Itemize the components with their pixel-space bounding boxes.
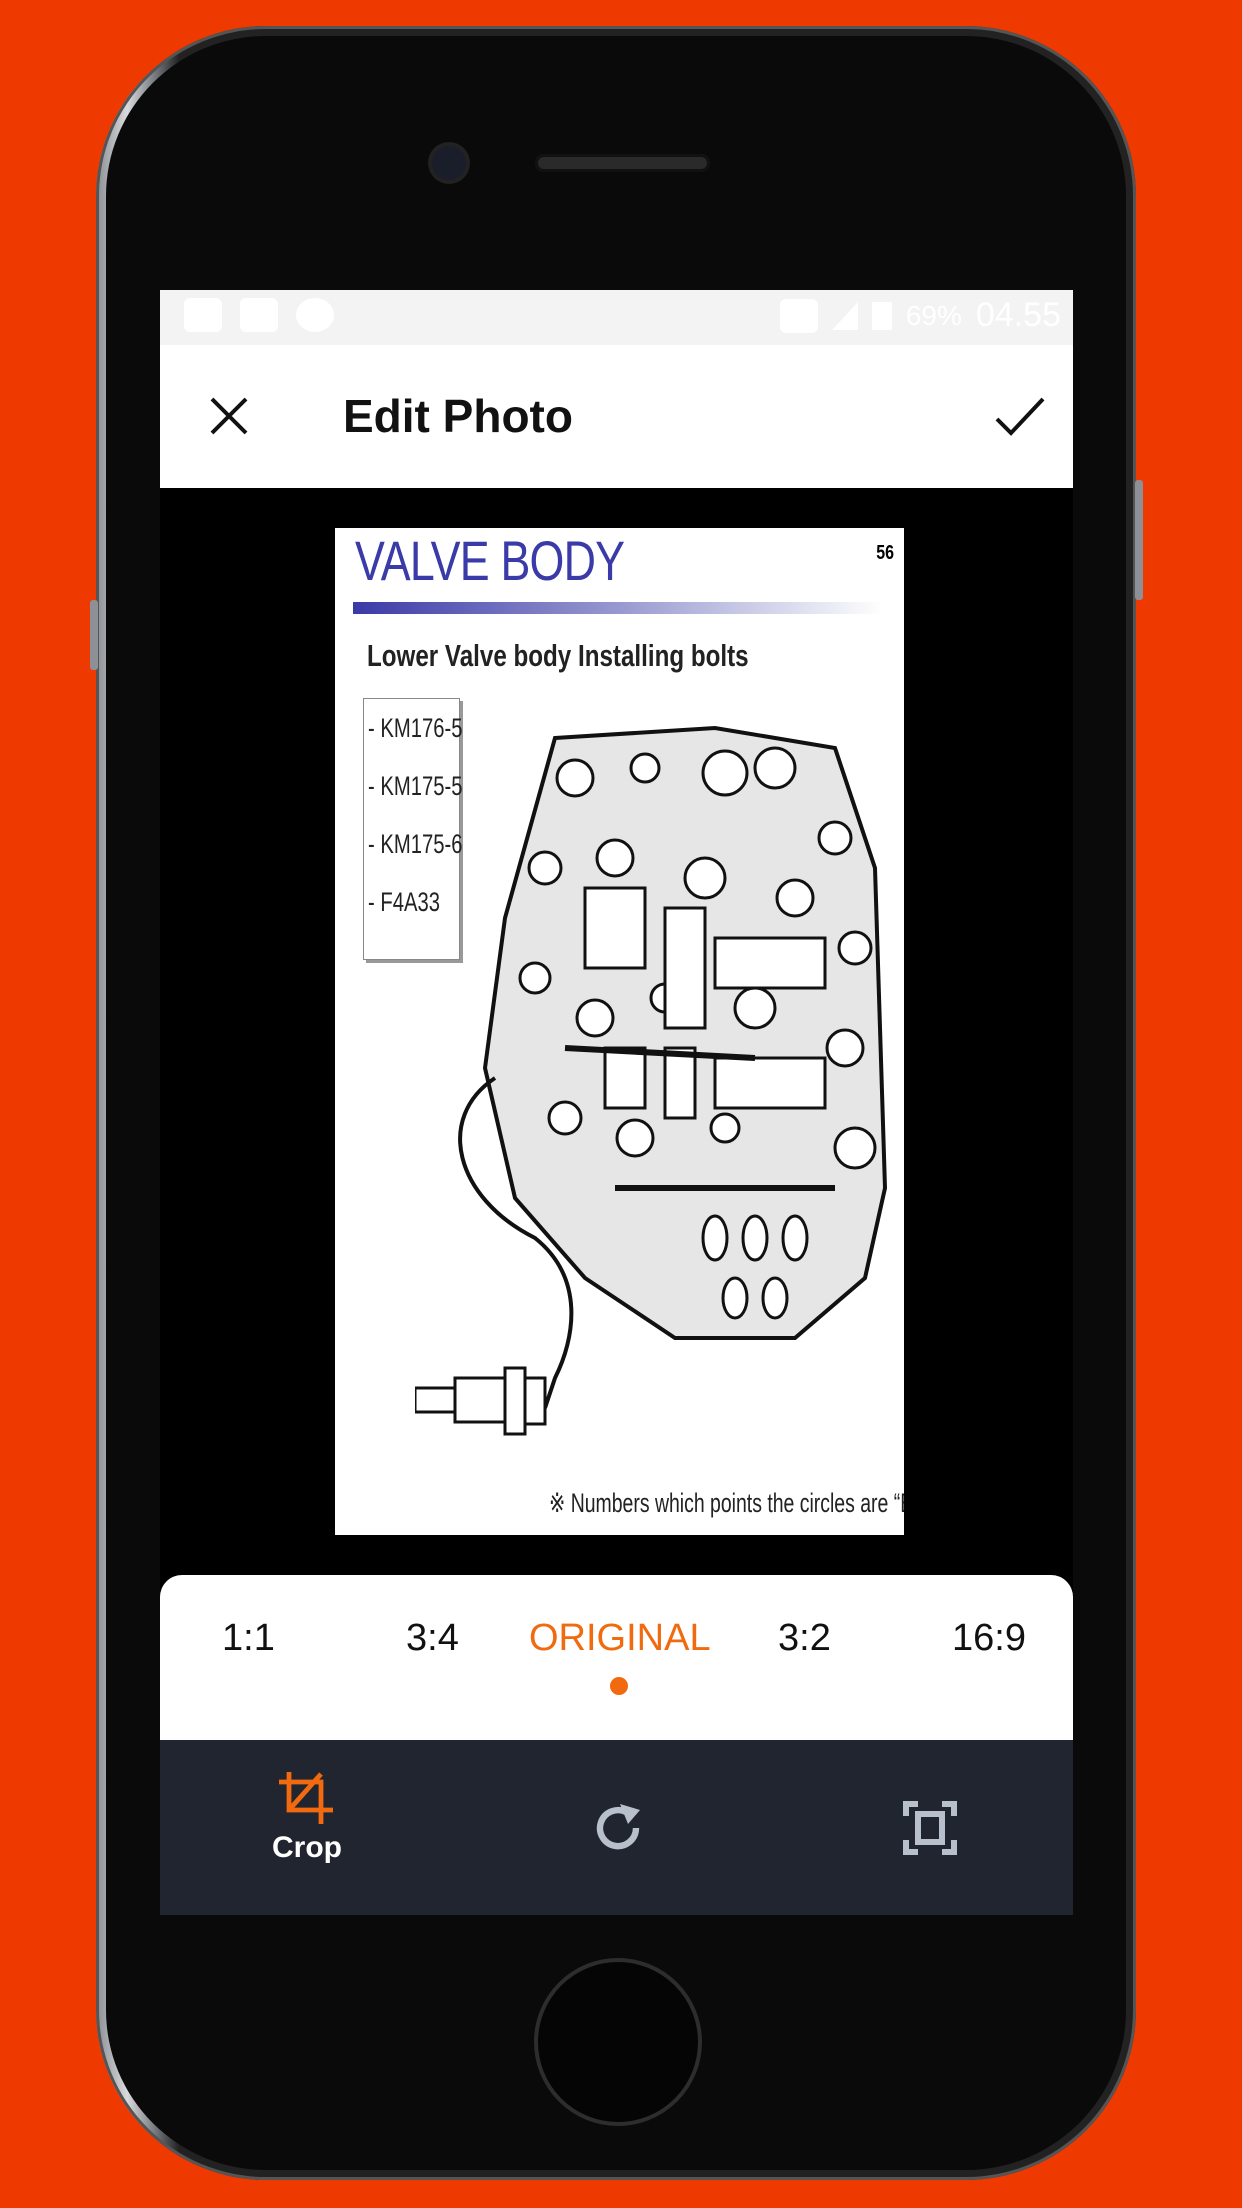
edit-toolbar: Crop bbox=[160, 1740, 1073, 1915]
shutter-icon bbox=[296, 298, 334, 332]
signal-icon bbox=[831, 301, 858, 330]
message-icon bbox=[184, 298, 222, 332]
front-camera bbox=[432, 146, 466, 180]
close-icon[interactable] bbox=[204, 391, 254, 441]
youtube-icon bbox=[240, 298, 278, 332]
side-button bbox=[90, 600, 98, 670]
status-bar: 69% 04.55 bbox=[160, 290, 1073, 345]
ratio-original[interactable]: ORIGINAL bbox=[529, 1617, 711, 1660]
volume-button bbox=[1135, 480, 1143, 600]
rotate-icon[interactable] bbox=[590, 1800, 646, 1856]
crop-button[interactable]: Crop bbox=[272, 1770, 342, 1865]
ratio-3-2[interactable]: 3:2 bbox=[778, 1617, 831, 1660]
app-header: Edit Photo bbox=[160, 345, 1073, 488]
check-icon[interactable] bbox=[993, 391, 1047, 441]
selected-indicator bbox=[610, 1677, 628, 1695]
ratio-3-4[interactable]: 3:4 bbox=[406, 1617, 459, 1660]
ratio-1-1[interactable]: 1:1 bbox=[222, 1617, 275, 1660]
ratio-16-9[interactable]: 16:9 bbox=[952, 1617, 1026, 1660]
cast-icon bbox=[779, 298, 818, 333]
crop-icon bbox=[279, 1772, 333, 1824]
crop-label: Crop bbox=[272, 1831, 342, 1864]
clock: 04.55 bbox=[975, 296, 1061, 334]
photo-page-number: 56 bbox=[875, 542, 894, 564]
battery-percent: 69% bbox=[905, 299, 962, 331]
fit-screen-icon[interactable] bbox=[902, 1800, 958, 1856]
heading-rule bbox=[353, 602, 883, 614]
photo-subtitle: Lower Valve body Installing bolts bbox=[367, 638, 749, 673]
page-title: Edit Photo bbox=[343, 390, 573, 442]
photo-preview[interactable]: VALVE BODY 56 Lower Valve body Installin… bbox=[335, 528, 904, 1535]
photo-note: ※ Numbers which points the circles are “… bbox=[549, 1488, 904, 1518]
battery-icon bbox=[871, 301, 892, 330]
earpiece-speaker bbox=[535, 154, 710, 172]
valve-body-drawing bbox=[415, 725, 888, 1436]
photo-heading: VALVE BODY bbox=[355, 529, 625, 592]
home-button[interactable] bbox=[534, 1958, 702, 2126]
app-screen: 69% 04.55 Edit Photo VALVE BODY 56 Lower… bbox=[160, 290, 1073, 1915]
aspect-ratio-selector: 1:1 3:4 ORIGINAL 3:2 16:9 bbox=[160, 1575, 1073, 1740]
